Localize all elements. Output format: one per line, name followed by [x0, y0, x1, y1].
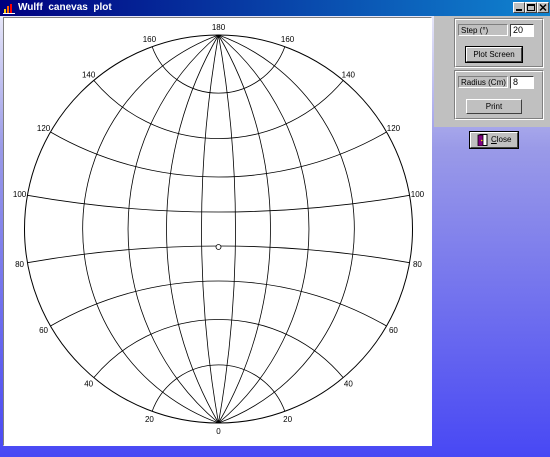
tick-label-upper-left: 160 [143, 35, 157, 44]
window-title: Wulff canevas plot [18, 2, 112, 13]
great-circle [82, 34, 219, 424]
plot-screen-button[interactable]: Plot Screen [465, 46, 523, 63]
great-circle [166, 34, 219, 424]
minimize-button[interactable] [513, 2, 525, 13]
radius-input[interactable]: 8 [510, 76, 534, 89]
tick-label-upper-left: 140 [82, 70, 96, 79]
close-window-button[interactable] [537, 2, 549, 13]
small-circle [93, 319, 344, 378]
close-button[interactable]: Close [469, 131, 519, 151]
maximize-button[interactable] [525, 2, 537, 13]
wulff-net: 180 0 160 140 120 100 160 140 120 100 80 60 40 20 80 60… [13, 23, 425, 436]
tick-label-top: 180 [212, 23, 226, 32]
wulff-net-canvas[interactable]: 180 0 160 140 120 100 160 140 120 100 80 60 40 20 80 60… [3, 17, 432, 446]
print-button[interactable]: Print [466, 99, 522, 114]
tick-label-lower-left: 80 [15, 260, 24, 269]
tick-label-lower-right: 40 [344, 380, 353, 389]
step-input[interactable]: 20 [510, 24, 534, 37]
app-icon[interactable] [3, 2, 15, 14]
step-group: Step (°) 20 Plot Screen [454, 18, 544, 68]
center-marker [215, 244, 222, 250]
step-label: Step (°) [458, 24, 508, 36]
great-circle [218, 34, 310, 424]
tick-label-upper-right: 140 [342, 70, 356, 79]
title-bar[interactable]: Wulff canevas plot [0, 0, 550, 16]
control-panel: Step (°) 20 Plot Screen Radius (Cm) 8 Pr… [434, 16, 550, 127]
tick-label-lower-left: 60 [39, 326, 48, 335]
tick-label-lower-right: 20 [283, 415, 292, 424]
radius-label: Radius (Cm) [458, 76, 508, 88]
tick-label-bottom: 0 [216, 427, 221, 436]
great-circle [218, 34, 355, 424]
tick-label-upper-right: 100 [411, 190, 425, 199]
tick-label-lower-right: 60 [389, 326, 398, 335]
great-circle [218, 34, 271, 424]
tick-label-upper-right: 120 [387, 124, 401, 133]
small-circle [93, 80, 344, 139]
tick-label-upper-left: 120 [37, 124, 51, 133]
great-circle [127, 34, 219, 424]
maximize-icon [527, 4, 535, 11]
tick-label-lower-left: 20 [145, 415, 154, 424]
tick-label-lower-left: 40 [84, 380, 93, 389]
radius-group: Radius (Cm) 8 Print [454, 70, 544, 120]
tick-label-upper-left: 100 [13, 190, 27, 199]
minimize-icon [516, 9, 522, 11]
close-icon [539, 3, 547, 12]
close-button-label: Close [491, 135, 512, 144]
door-icon [477, 134, 489, 151]
tick-label-upper-right: 160 [281, 35, 295, 44]
tick-label-lower-right: 80 [413, 260, 422, 269]
